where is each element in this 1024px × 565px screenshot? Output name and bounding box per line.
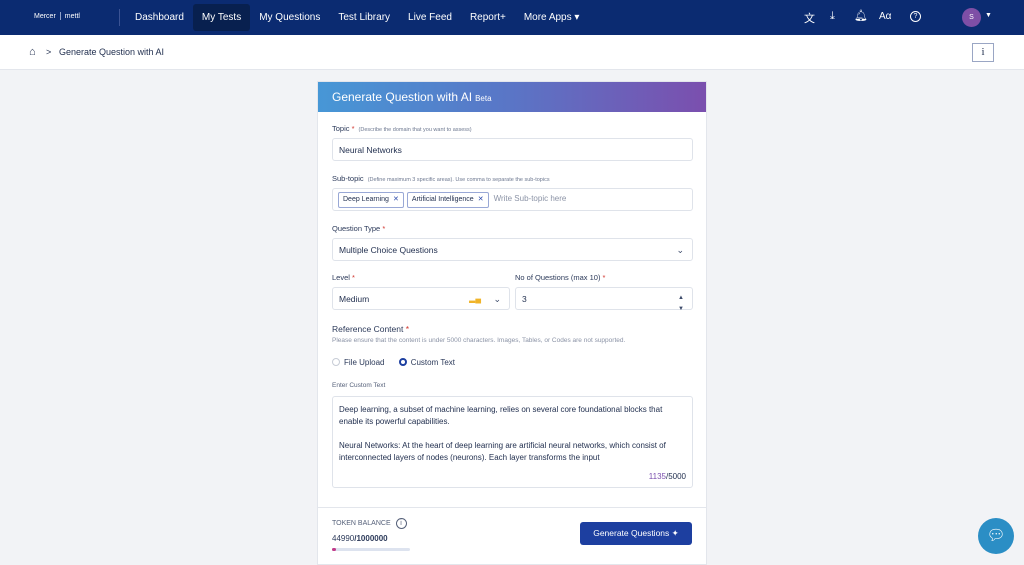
nav-test-library[interactable]: Test Library xyxy=(329,4,399,31)
token-used: 44990 xyxy=(332,534,355,543)
breadcrumb-current: Generate Question with AI xyxy=(59,47,165,57)
nav-my-questions[interactable]: My Questions xyxy=(250,4,329,31)
translate-icon[interactable]: 文 xyxy=(804,10,815,26)
topic-label: Topic xyxy=(332,124,350,133)
card-title: Generate Question with AI xyxy=(332,90,473,104)
top-nav: Mercer mettl Dashboard My Tests My Questi… xyxy=(0,0,1024,35)
custom-text-label: Enter Custom Text xyxy=(332,382,386,389)
question-type-select[interactable]: Multiple Choice Questions ⌄ xyxy=(332,238,693,261)
subtopic-label: Sub-topic xyxy=(332,174,364,183)
brand2: mettl xyxy=(64,12,80,20)
token-total: /1000000 xyxy=(354,534,388,543)
subtopic-chip: Deep Learning ✕ xyxy=(338,192,404,208)
info-button[interactable]: i xyxy=(972,43,994,62)
token-progress-bar xyxy=(332,548,410,551)
nav-dashboard[interactable]: Dashboard xyxy=(126,4,193,31)
question-count-input[interactable]: 3 ▲ ▼ xyxy=(515,287,693,312)
subtopic-chip: Artificial Intelligence ✕ xyxy=(406,192,489,208)
subtopic-input[interactable]: Deep Learning ✕ Artificial Intelligence ✕ Wr… xyxy=(332,188,693,211)
token-balance-label: TOKEN BALANCE xyxy=(332,520,391,527)
topic-hint: (Describe the domain that you want to as… xyxy=(358,127,472,133)
nav-live-feed[interactable]: Live Feed xyxy=(399,4,461,31)
home-icon[interactable]: ⌂ xyxy=(29,46,36,58)
help-icon[interactable]: ? xyxy=(910,11,921,22)
file-upload-radio[interactable]: File Upload xyxy=(332,358,384,367)
custom-text-area[interactable]: Deep learning, a subset of machine learn… xyxy=(332,396,693,488)
remove-chip-icon[interactable]: ✕ xyxy=(478,196,484,203)
footer-divider xyxy=(318,507,706,508)
generate-form-card: Generate Question with AI Beta Topic * (De… xyxy=(317,81,707,565)
breadcrumb: ⌂ > Generate Question with AI xyxy=(0,35,1024,70)
reference-label: Reference Content xyxy=(332,324,404,334)
brand: Mercer xyxy=(34,12,56,20)
breadcrumb-separator: > xyxy=(46,47,52,57)
download-icon[interactable]: ⤓ xyxy=(830,10,835,23)
subtopic-placeholder: Write Sub-topic here xyxy=(493,194,567,203)
subtopic-hint: (Define maximum 3 specific areas). Use c… xyxy=(367,177,550,183)
custom-text-radio[interactable]: Custom Text xyxy=(398,358,455,367)
chat-support-button[interactable]: 💬︎ xyxy=(978,518,1014,554)
chevron-down-icon: ⌄ xyxy=(676,245,684,255)
level-select[interactable]: Medium ▂▄ ⌄ xyxy=(332,287,510,310)
avatar[interactable]: S xyxy=(962,8,981,27)
char-counter: 1135/5000 xyxy=(648,472,686,481)
level-label: Level xyxy=(332,273,350,282)
nav-more-apps[interactable]: More Apps ▾ xyxy=(515,4,589,31)
question-type-label: Question Type xyxy=(332,224,381,233)
remove-chip-icon[interactable]: ✕ xyxy=(393,196,399,203)
question-count-label: No of Questions (max 10) xyxy=(515,273,601,282)
sparkle-icon: ✦ xyxy=(671,528,679,538)
chevron-down-icon: ⌄ xyxy=(493,294,501,304)
beta-badge: Beta xyxy=(475,94,492,103)
token-progress-fill xyxy=(332,548,336,551)
nav-report-plus[interactable]: Report+ xyxy=(461,4,515,31)
mercer-mettl-logo[interactable]: Mercer mettl xyxy=(34,12,80,20)
chat-icon: 💬︎ xyxy=(986,527,1006,544)
signal-bars-icon: ▂▄ xyxy=(469,294,481,303)
chevron-down-icon[interactable]: ▼ xyxy=(985,12,992,19)
card-header: Generate Question with AI Beta xyxy=(318,82,706,112)
stepper-icon[interactable]: ▲ ▼ xyxy=(678,293,684,315)
topic-input[interactable]: Neural Networks xyxy=(332,138,693,161)
nav-my-tests[interactable]: My Tests xyxy=(192,4,251,31)
font-size-icon[interactable]: Aα xyxy=(879,11,891,22)
generate-questions-button[interactable]: Generate Questions ✦ xyxy=(580,522,692,545)
reference-hint: Please ensure that the content is under … xyxy=(332,337,626,344)
info-icon[interactable]: i xyxy=(395,518,407,529)
bell-icon[interactable]: 🔔︎ xyxy=(854,9,868,22)
